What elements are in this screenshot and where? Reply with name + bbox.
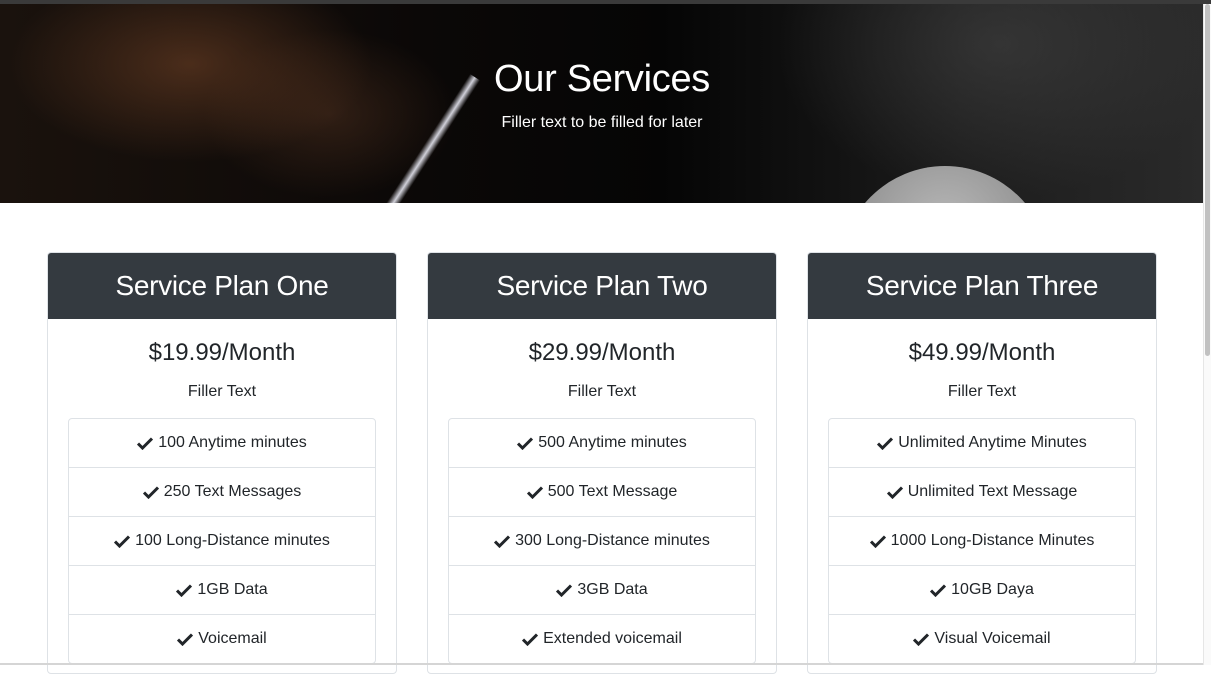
- feature-label: 10GB Daya: [951, 581, 1034, 598]
- feature-label: 1GB Data: [197, 581, 268, 598]
- feature-item: Unlimited Anytime Minutes: [829, 419, 1135, 468]
- feature-item: 100 Long-Distance minutes: [69, 517, 375, 566]
- feature-item: 500 Anytime minutes: [449, 419, 755, 468]
- feature-item: Extended voicemail: [449, 615, 755, 663]
- plan-price: $29.99/Month: [528, 339, 676, 366]
- feature-label: Extended voicemail: [543, 630, 682, 647]
- check-icon: [913, 633, 930, 646]
- feature-list: 100 Anytime minutes 250 Text Messages 10…: [68, 418, 376, 664]
- feature-item: Visual Voicemail: [829, 615, 1135, 663]
- feature-label: Visual Voicemail: [934, 630, 1051, 647]
- feature-label: 1000 Long-Distance Minutes: [890, 532, 1095, 549]
- feature-label: 250 Text Messages: [163, 483, 302, 500]
- page-subtitle: Filler text to be filled for later: [501, 114, 703, 131]
- plan-description: Filler Text: [567, 383, 637, 400]
- feature-list: Unlimited Anytime Minutes Unlimited Text…: [828, 418, 1136, 664]
- check-icon: [526, 486, 543, 499]
- scrollbar-thumb[interactable]: [1205, 4, 1210, 356]
- hero-banner: Our Services Filler text to be filled fo…: [0, 4, 1204, 203]
- plan-name: Service Plan One: [48, 253, 396, 319]
- feature-item: 250 Text Messages: [69, 468, 375, 517]
- feature-item: 500 Text Message: [449, 468, 755, 517]
- check-icon: [522, 633, 539, 646]
- plan-card-two: Service Plan Two $29.99/Month Filler Tex…: [427, 252, 777, 674]
- plan-name: Service Plan Two: [428, 253, 776, 319]
- check-icon: [176, 584, 193, 597]
- check-icon: [877, 437, 894, 450]
- feature-label: 100 Anytime minutes: [158, 434, 307, 451]
- check-icon: [114, 535, 131, 548]
- check-icon: [869, 535, 886, 548]
- page-title: Our Services: [493, 58, 710, 100]
- check-icon: [930, 584, 947, 597]
- check-icon: [556, 584, 573, 597]
- page-scrollbar[interactable]: [1203, 4, 1211, 665]
- check-icon: [886, 486, 903, 499]
- feature-label: Voicemail: [198, 630, 267, 647]
- feature-item: 300 Long-Distance minutes: [449, 517, 755, 566]
- feature-item: 3GB Data: [449, 566, 755, 615]
- hero-background-disc: [840, 166, 1050, 203]
- feature-label: 3GB Data: [577, 581, 648, 598]
- check-icon: [177, 633, 194, 646]
- check-icon: [142, 486, 159, 499]
- feature-item: Voicemail: [69, 615, 375, 663]
- check-icon: [494, 535, 511, 548]
- feature-label: Unlimited Text Message: [907, 483, 1078, 500]
- feature-item: 10GB Daya: [829, 566, 1135, 615]
- plan-description: Filler Text: [947, 383, 1017, 400]
- feature-label: 300 Long-Distance minutes: [515, 532, 710, 549]
- plan-card-three: Service Plan Three $49.99/Month Filler T…: [807, 252, 1157, 674]
- feature-list: 500 Anytime minutes 500 Text Message 300…: [448, 418, 756, 664]
- feature-item: 100 Anytime minutes: [69, 419, 375, 468]
- feature-item: 1000 Long-Distance Minutes: [829, 517, 1135, 566]
- plan-description: Filler Text: [187, 383, 257, 400]
- feature-label: 100 Long-Distance minutes: [135, 532, 330, 549]
- check-icon: [137, 437, 154, 450]
- plan-price: $49.99/Month: [908, 339, 1056, 366]
- feature-item: Unlimited Text Message: [829, 468, 1135, 517]
- check-icon: [517, 437, 534, 450]
- feature-label: 500 Anytime minutes: [538, 434, 687, 451]
- plan-price: $19.99/Month: [148, 339, 296, 366]
- feature-label: 500 Text Message: [547, 483, 678, 500]
- plan-name: Service Plan Three: [808, 253, 1156, 319]
- plan-card-one: Service Plan One $19.99/Month Filler Tex…: [47, 252, 397, 674]
- feature-item: 1GB Data: [69, 566, 375, 615]
- feature-label: Unlimited Anytime Minutes: [898, 434, 1087, 451]
